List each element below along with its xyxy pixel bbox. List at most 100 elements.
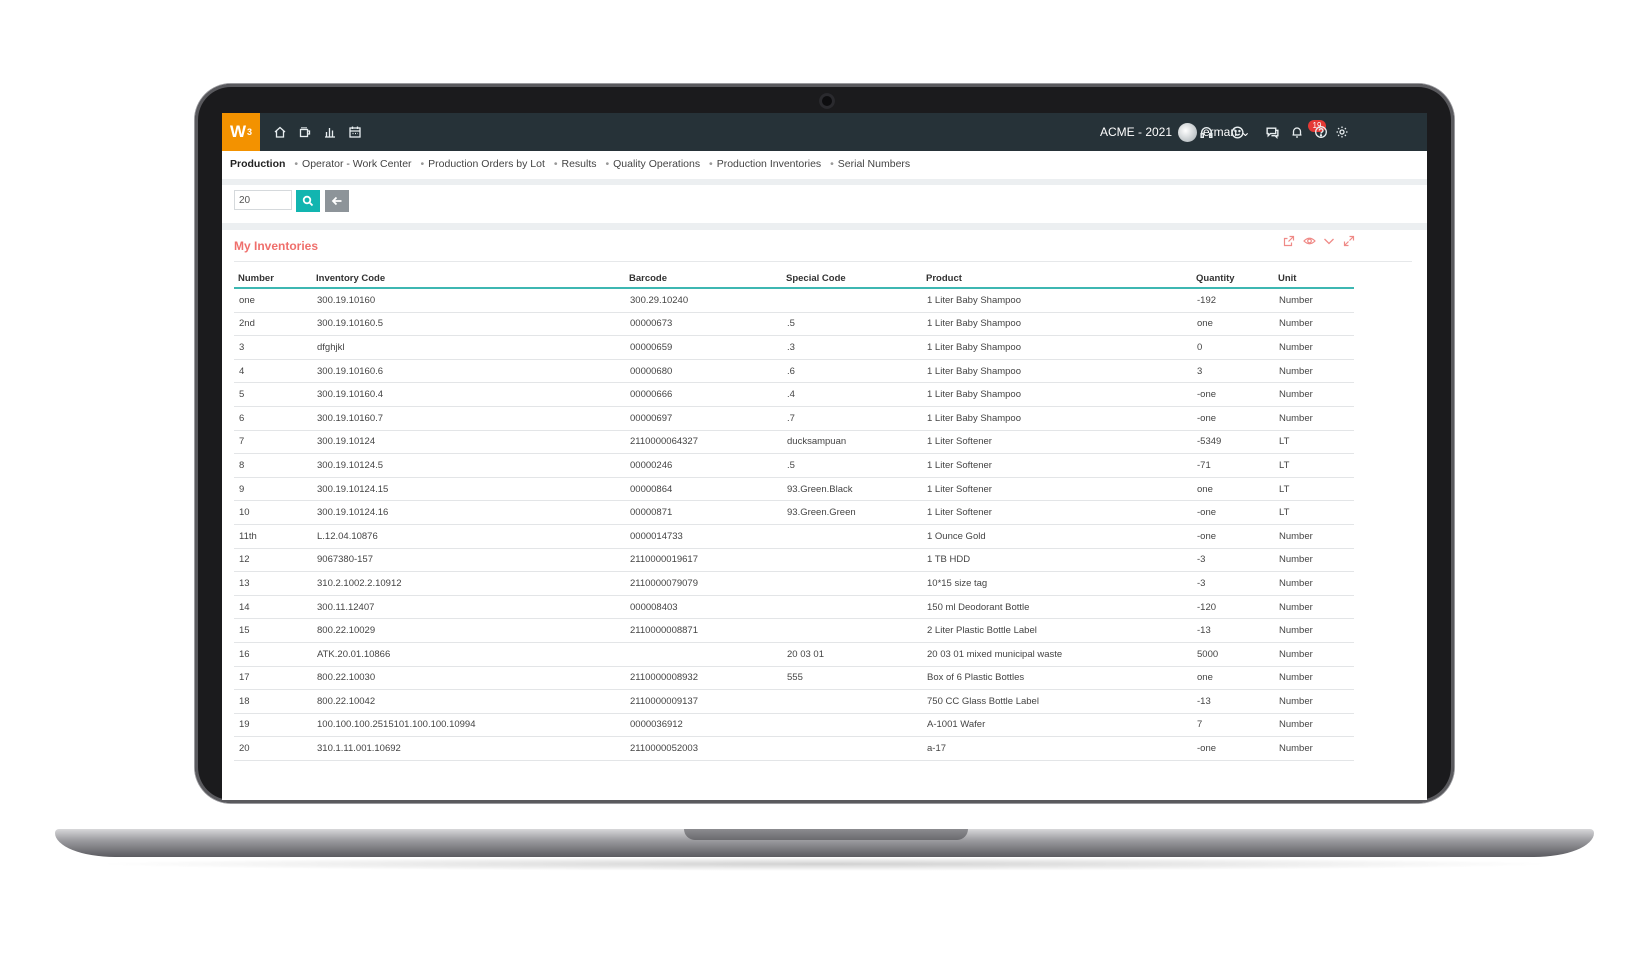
cell-special-code bbox=[782, 288, 922, 313]
panel-header-line bbox=[234, 261, 1412, 262]
cell-special-code: ducksampuan bbox=[782, 430, 922, 455]
cell-barcode: 2110000019617 bbox=[625, 548, 782, 573]
column-header-number[interactable]: Number bbox=[234, 269, 312, 289]
column-header-special-code[interactable]: Special Code bbox=[782, 269, 922, 289]
table-row[interactable]: 16 ATK.20.01.10866 20 03 01 20 03 01 mixed … bbox=[234, 642, 1354, 667]
table-row[interactable]: one 300.19.10160 300.29.10240 1 Liter Baby … bbox=[234, 288, 1354, 313]
column-header-barcode[interactable]: Barcode bbox=[625, 269, 782, 289]
cell-number: 3 bbox=[234, 335, 312, 360]
company-selector[interactable]: ACME - 2021 bbox=[1100, 113, 1172, 151]
table-row[interactable]: 6 300.19.10160.7 00000697.7 1 Liter Baby Sh… bbox=[234, 406, 1354, 431]
table-row[interactable]: 20 310.1.11.001.10692 2110000052003 a-17 -on… bbox=[234, 736, 1354, 761]
breadcrumb-serial-numbers[interactable]: Serial Numbers bbox=[838, 158, 910, 170]
cell-special-code bbox=[782, 713, 922, 738]
cell-inventory-code: L.12.04.10876 bbox=[312, 524, 625, 549]
breadcrumb-operator-work-center[interactable]: Operator - Work Center bbox=[302, 158, 412, 170]
cell-number: 2nd bbox=[234, 312, 312, 337]
cell-product: 1 Liter Softener bbox=[922, 500, 1192, 525]
cell-barcode: 00000680 bbox=[625, 359, 782, 384]
cell-unit: Number bbox=[1274, 595, 1354, 620]
top-navbar: W3 ACME - 2021 erman ⌄ 19 bbox=[222, 113, 1427, 151]
table-row[interactable]: 4 300.19.10160.6 00000680.6 1 Liter Baby Sh… bbox=[234, 359, 1354, 384]
cell-quantity: -one bbox=[1192, 500, 1274, 525]
column-header-quantity[interactable]: Quantity bbox=[1192, 269, 1274, 289]
chart-icon[interactable] bbox=[318, 113, 342, 151]
table-row[interactable]: 3 dfghjkl 00000659.3 1 Liter Baby Shampoo 0 N… bbox=[234, 335, 1354, 360]
app-logo[interactable]: W3 bbox=[222, 113, 260, 151]
cell-product: 1 Liter Softener bbox=[922, 453, 1192, 478]
table-row[interactable]: 5 300.19.10160.4 00000666.4 1 Liter Baby Sh… bbox=[234, 382, 1354, 407]
cell-number: 11th bbox=[234, 524, 312, 549]
back-button[interactable] bbox=[325, 190, 349, 212]
cell-number: 5 bbox=[234, 382, 312, 407]
cell-product: 750 CC Glass Bottle Label bbox=[922, 689, 1192, 714]
inventory-table: Number Inventory Code Barcode Special Co… bbox=[234, 269, 1354, 761]
cell-barcode: 2110000079079 bbox=[625, 571, 782, 596]
cell-special-code bbox=[782, 736, 922, 761]
table-header-row: Number Inventory Code Barcode Special Co… bbox=[234, 269, 1354, 289]
cell-barcode bbox=[625, 642, 782, 667]
table-row[interactable]: 11th L.12.04.10876 0000014733 1 Ounce Gold -… bbox=[234, 524, 1354, 549]
cell-product: 20 03 01 mixed municipal waste bbox=[922, 642, 1192, 667]
column-header-unit[interactable]: Unit bbox=[1274, 269, 1354, 289]
breadcrumb-results[interactable]: Results bbox=[562, 158, 597, 170]
cell-quantity: -120 bbox=[1192, 595, 1274, 620]
gear-icon[interactable] bbox=[1330, 113, 1354, 151]
table-row[interactable]: 7 300.19.10124 2110000064327 ducksampuan 1 L… bbox=[234, 430, 1354, 455]
cell-special-code bbox=[782, 548, 922, 573]
cell-barcode: 2110000008932 bbox=[625, 666, 782, 691]
smiley-icon[interactable] bbox=[1225, 113, 1249, 151]
table-row[interactable]: 2nd 300.19.10160.5 00000673.5 1 Liter Baby … bbox=[234, 312, 1354, 337]
breadcrumb-separator: • bbox=[420, 158, 425, 170]
table-row[interactable]: 12 9067380-157 2110000019617 1 TB HDD -3 Numb… bbox=[234, 548, 1354, 573]
cell-unit: Number bbox=[1274, 288, 1354, 313]
cell-number: 6 bbox=[234, 406, 312, 431]
table-row[interactable]: 9 300.19.10124.15 00000864 93.Green.Black 1 … bbox=[234, 477, 1354, 502]
calendar-icon[interactable] bbox=[343, 113, 367, 151]
table-row[interactable]: 19 100.100.100.2515101.100.100.10994 00000… bbox=[234, 713, 1354, 738]
breadcrumb-quality-operations[interactable]: Quality Operations bbox=[613, 158, 700, 170]
cell-product: 1 Liter Baby Shampoo bbox=[922, 312, 1192, 337]
cell-special-code bbox=[782, 595, 922, 620]
cell-quantity: 7 bbox=[1192, 713, 1274, 738]
cell-number: 10 bbox=[234, 500, 312, 525]
column-header-inventory-code[interactable]: Inventory Code bbox=[312, 269, 625, 289]
table-row[interactable]: 14 300.11.12407 000008403 150 ml Deodorant … bbox=[234, 595, 1354, 620]
breadcrumb-production[interactable]: Production bbox=[230, 158, 285, 170]
cell-special-code: 93.Green.Black bbox=[782, 477, 922, 502]
export-icon[interactable] bbox=[1282, 235, 1296, 251]
breadcrumb-production-inventories[interactable]: Production Inventories bbox=[717, 158, 821, 170]
cell-special-code: 20 03 01 bbox=[782, 642, 922, 667]
expand-icon[interactable] bbox=[1342, 235, 1356, 251]
cell-special-code bbox=[782, 689, 922, 714]
bell-icon[interactable] bbox=[1285, 113, 1309, 151]
table-row[interactable]: 13 310.2.1002.2.10912 2110000079079 10*15 s… bbox=[234, 571, 1354, 596]
coffee-icon[interactable] bbox=[293, 113, 317, 151]
table-row[interactable]: 18 800.22.10042 2110000009137 750 CC Glass … bbox=[234, 689, 1354, 714]
table-row[interactable]: 8 300.19.10124.5 00000246.5 1 Liter Softene… bbox=[234, 453, 1354, 478]
cell-number: 20 bbox=[234, 736, 312, 761]
headset-icon-glyph[interactable] bbox=[1194, 113, 1218, 151]
chevron-down-icon[interactable] bbox=[1322, 235, 1336, 251]
cell-quantity: -one bbox=[1192, 406, 1274, 431]
chat-icon[interactable] bbox=[1260, 113, 1284, 151]
cell-number: 19 bbox=[234, 713, 312, 738]
home-icon[interactable] bbox=[268, 113, 292, 151]
breadcrumb-separator: • bbox=[605, 158, 610, 170]
search-button[interactable] bbox=[296, 190, 320, 212]
cell-special-code: .6 bbox=[782, 359, 922, 384]
eye-icon[interactable] bbox=[1302, 235, 1316, 251]
table-row[interactable]: 10 300.19.10124.16 00000871 93.Green.Green 1… bbox=[234, 500, 1354, 525]
cell-quantity: -192 bbox=[1192, 288, 1274, 313]
breadcrumb-separator: • bbox=[830, 158, 834, 170]
breadcrumb-production-orders-by-lot[interactable]: Production Orders by Lot bbox=[428, 158, 545, 170]
cell-product: 1 Liter Baby Shampoo bbox=[922, 288, 1192, 313]
table-row[interactable]: 15 800.22.10029 2110000008871 2 Liter Plast… bbox=[234, 618, 1354, 643]
app-screen: W3 ACME - 2021 erman ⌄ 19 Production • O… bbox=[222, 113, 1427, 800]
column-header-product[interactable]: Product bbox=[922, 269, 1192, 289]
cell-special-code bbox=[782, 571, 922, 596]
cell-number: 4 bbox=[234, 359, 312, 384]
search-input[interactable] bbox=[234, 190, 292, 210]
table-row[interactable]: 17 800.22.10030 2110000008932 555 Box of 6 P… bbox=[234, 666, 1354, 691]
cell-quantity: 0 bbox=[1192, 335, 1274, 360]
